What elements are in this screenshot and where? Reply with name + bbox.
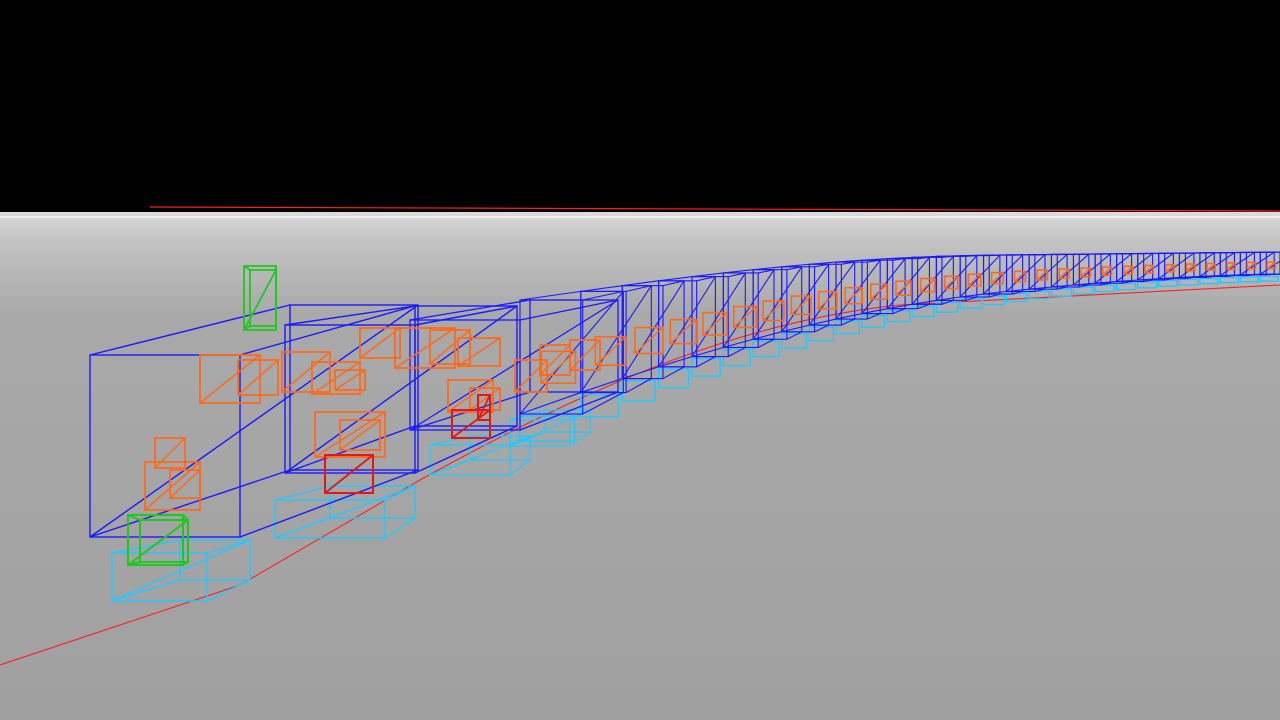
horizon-axis-line (149, 206, 1280, 212)
wireframe-scene[interactable] (0, 0, 1280, 720)
3d-viewport[interactable] (0, 0, 1280, 720)
